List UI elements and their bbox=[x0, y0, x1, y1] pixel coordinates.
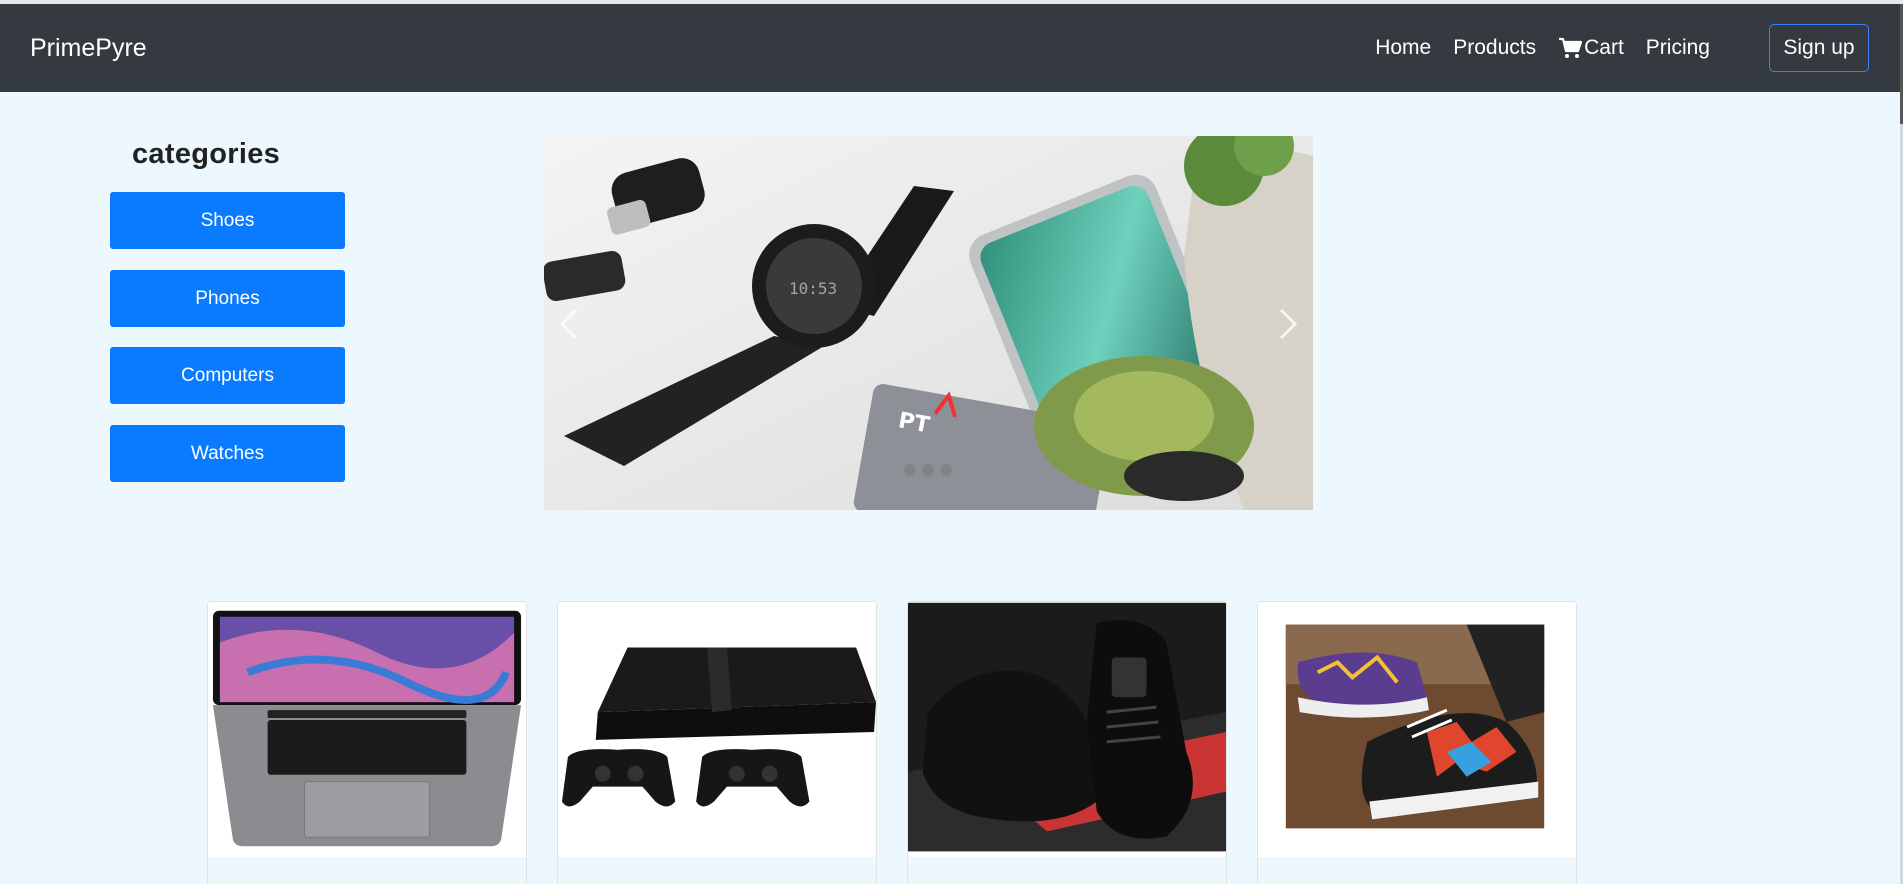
product-card-body bbox=[558, 857, 876, 884]
cart-icon bbox=[1558, 37, 1583, 59]
signup-label: Sign up bbox=[1783, 36, 1855, 59]
nav-products-link[interactable]: Products bbox=[1453, 36, 1536, 60]
nav-cart-link[interactable]: Cart bbox=[1558, 36, 1624, 60]
nav-links: Home Products Cart Pricing bbox=[1375, 36, 1710, 60]
category-computers-button[interactable]: Computers bbox=[110, 347, 345, 404]
black-sneakers-image bbox=[908, 602, 1226, 852]
nav-home-label: Home bbox=[1375, 36, 1432, 59]
category-computers-label: Computers bbox=[181, 364, 274, 386]
carousel-indicator-1[interactable] bbox=[904, 464, 916, 476]
hero-carousel: 10:53 PT bbox=[544, 136, 1313, 510]
svg-text:10:53: 10:53 bbox=[789, 279, 837, 298]
carousel-slide-image: 10:53 PT bbox=[544, 136, 1313, 510]
chevron-left-icon bbox=[559, 308, 578, 340]
category-phones-button[interactable]: Phones bbox=[110, 270, 345, 327]
category-watches-label: Watches bbox=[190, 442, 265, 464]
game-console-image bbox=[558, 602, 876, 852]
category-phones-label: Phones bbox=[195, 287, 260, 309]
carousel-prev-button[interactable] bbox=[554, 304, 584, 344]
product-card-console[interactable] bbox=[557, 601, 877, 884]
nav-pricing-link[interactable]: Pricing bbox=[1646, 36, 1710, 60]
category-shoes-label: Shoes bbox=[200, 209, 255, 231]
signup-button[interactable]: Sign up bbox=[1769, 24, 1869, 72]
brand-logo[interactable]: PrimePyre bbox=[30, 34, 147, 63]
navbar: PrimePyre Home Products Cart Pricing Sig… bbox=[0, 4, 1900, 92]
chevron-right-icon bbox=[1279, 308, 1298, 340]
svg-text:PT: PT bbox=[896, 408, 931, 438]
nav-pricing-label: Pricing bbox=[1645, 36, 1710, 59]
product-card-laptop[interactable] bbox=[207, 601, 527, 884]
product-card-body bbox=[1258, 857, 1576, 884]
product-card-body bbox=[208, 857, 526, 884]
product-card-body bbox=[908, 857, 1226, 884]
nav-cart-label: Cart bbox=[1584, 36, 1624, 59]
carousel-next-button[interactable] bbox=[1273, 304, 1303, 344]
product-card-patterned-sneakers[interactable] bbox=[1257, 601, 1577, 884]
product-card-black-sneakers[interactable] bbox=[907, 601, 1227, 884]
nav-products-label: Products bbox=[1453, 36, 1537, 59]
category-watches-button[interactable]: Watches bbox=[110, 425, 345, 482]
nav-home-link[interactable]: Home bbox=[1375, 36, 1431, 60]
category-shoes-button[interactable]: Shoes bbox=[110, 192, 345, 249]
laptop-image bbox=[208, 602, 526, 852]
carousel-indicator-2[interactable] bbox=[922, 464, 934, 476]
carousel-indicators bbox=[904, 464, 952, 476]
carousel-indicator-3[interactable] bbox=[940, 464, 952, 476]
patterned-sneakers-image bbox=[1258, 602, 1576, 852]
categories-heading: categories bbox=[132, 138, 281, 170]
